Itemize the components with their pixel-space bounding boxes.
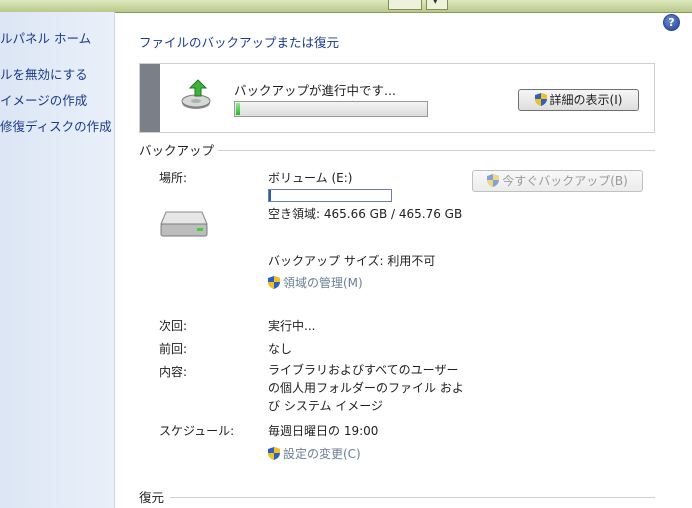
change-settings-link[interactable]: 設定の変更(C): [268, 445, 361, 462]
chevron-down-icon: ▾: [433, 0, 438, 7]
backup-now-label: 今すぐバックアップ(B): [502, 174, 628, 188]
page-title: ファイルのバックアップまたは復元: [139, 35, 340, 50]
last-backup-value: なし: [268, 342, 293, 356]
backup-section-header: バックアップ: [139, 143, 215, 158]
nav-link-control-panel-home[interactable]: ルパネル ホーム: [0, 28, 91, 47]
contents-label: 内容:: [159, 365, 188, 379]
change-settings-label: 設定の変更(C): [283, 447, 361, 461]
nav-link-disable-schedule[interactable]: ルを無効にする: [0, 64, 88, 83]
location-label: 場所:: [159, 171, 188, 185]
capacity-used-fill: [269, 190, 271, 201]
location-value: ボリューム (E:): [268, 171, 353, 185]
contents-value: ライブラリおよびすべてのユーザーの個人用フォルダーのファイル および システム …: [268, 363, 464, 413]
frame-segment: ▾: [426, 0, 448, 10]
progress-fill: [236, 103, 240, 115]
schedule-label: スケジュール:: [159, 424, 235, 438]
help-button[interactable]: ?: [663, 14, 680, 31]
uac-shield-icon: [268, 447, 280, 460]
manage-space-link[interactable]: 領域の管理(M): [268, 274, 363, 291]
panel-accent-bar: [140, 64, 160, 132]
restore-section-header: 復元: [139, 490, 165, 505]
manage-space-label: 領域の管理(M): [283, 276, 363, 290]
hard-drive-icon: [160, 211, 208, 237]
view-details-label: 詳細の表示(I): [549, 93, 623, 107]
nav-link-create-system-image[interactable]: イメージの作成: [0, 90, 87, 109]
drive-capacity-bar: [268, 189, 392, 202]
section-divider: [218, 150, 655, 151]
view-details-button[interactable]: 詳細の表示(I): [518, 89, 639, 111]
last-backup-label: 前回:: [159, 342, 188, 356]
section-divider: [170, 497, 655, 498]
schedule-value: 毎週日曜日の 19:00: [268, 424, 379, 438]
next-backup-value: 実行中...: [268, 319, 316, 333]
backup-progress-bar: [234, 101, 428, 117]
next-backup-label: 次回:: [159, 319, 188, 333]
uac-shield-icon: [487, 174, 500, 187]
backup-size-value: バックアップ サイズ: 利用不可: [268, 254, 436, 268]
free-space-value: 空き領域: 465.66 GB / 465.76 GB: [268, 207, 463, 221]
frame-segment: [388, 0, 422, 10]
uac-shield-icon: [534, 93, 547, 106]
nav-link-create-repair-disc[interactable]: 修復ディスクの作成: [0, 116, 112, 135]
backup-now-button[interactable]: 今すぐバックアップ(B): [472, 170, 643, 192]
backup-progress-panel: バックアップが進行中です... 詳細の表示(I): [139, 63, 655, 133]
navigation-pane: ルパネル ホーム ルを無効にする イメージの作成 修復ディスクの作成: [0, 12, 115, 508]
progress-message: バックアップが進行中です...: [234, 83, 396, 98]
uac-shield-icon: [268, 276, 280, 289]
backup-in-progress-icon: [181, 79, 211, 109]
